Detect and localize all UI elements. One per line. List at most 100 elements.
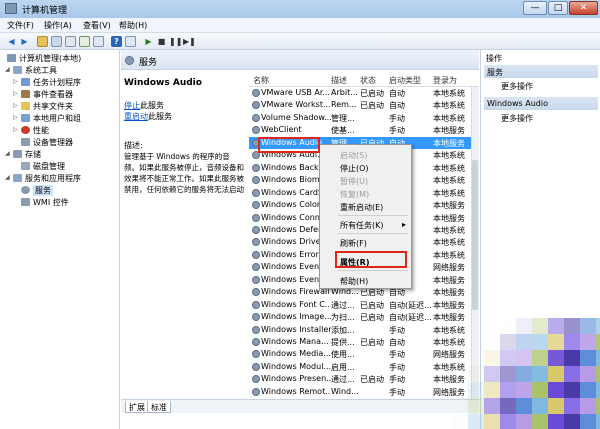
expand-icon[interactable]: ▷ [13,114,18,121]
expand-icon[interactable]: ▷ [13,102,18,109]
service-row[interactable]: VMware Workst... Rem... 已启动 自动 本地系统 [249,99,471,111]
column-description[interactable]: 描述 [331,75,347,86]
tree-item-task-scheduler[interactable]: 任务计划程序 [33,77,81,88]
forward-arrow-icon[interactable]: ▶ [19,36,30,47]
row-log-on-as: 本地系统 [433,176,465,186]
actions-group-windows-audio[interactable]: Windows Audio [484,97,598,110]
mosaic-tile [596,318,600,334]
menu-item-help[interactable]: 帮助(H) [340,276,368,287]
action-pane-icon[interactable] [125,36,136,47]
mosaic-tile [580,334,596,350]
row-status: 已启动 [360,375,384,385]
tab-extended[interactable]: 扩展 [125,401,149,413]
mosaic-tile [564,318,580,334]
tree-item-device-manager[interactable]: 设备管理器 [33,137,73,148]
tree-item-local-users-groups[interactable]: 本地用户和组 [33,113,81,124]
mosaic-tile [468,366,484,382]
tree-item-storage[interactable]: 存储 [25,149,41,160]
pause-icon[interactable]: ❚❚ [169,36,182,47]
tree-item-shared-folders[interactable]: 共享文件夹 [33,101,73,112]
properties-icon[interactable] [65,36,76,47]
row-log-on-as: 本地系统 [433,113,465,123]
play-icon[interactable]: ▶ [143,36,154,47]
mosaic-tile [596,382,600,398]
maximize-button[interactable]: □ [548,1,568,15]
gear-icon [252,325,260,334]
row-description: 提供... [331,338,355,347]
refresh-icon[interactable] [79,36,90,47]
watermark-mosaic [468,318,600,429]
gear-icon [252,225,260,234]
export-list-icon[interactable] [93,36,104,47]
collapse-icon[interactable]: ◢ [5,66,10,73]
tree-item-services-applications[interactable]: 服务和应用程序 [25,173,81,184]
column-name[interactable]: 名称 [253,75,269,86]
mosaic-tile [516,334,532,350]
menu-help[interactable]: 帮助(H) [119,20,147,31]
scrollbar-thumb[interactable] [472,160,478,310]
menu-item-all-tasks[interactable]: 所有任务(K) [340,220,384,231]
row-name: Windows Media... [261,349,331,359]
menu-file[interactable]: 文件(F) [7,20,34,31]
collapse-icon[interactable]: ◢ [5,174,10,181]
more-actions-services[interactable]: 更多操作 [501,81,533,92]
minimize-button[interactable]: — [523,1,547,15]
menu-action[interactable]: 操作(A) [44,20,72,31]
tree-item-wmi-control[interactable]: WMI 控件 [33,197,69,208]
mosaic-tile [596,334,600,350]
column-status[interactable]: 状态 [360,75,376,86]
mosaic-tile [548,334,564,350]
stop-service-link[interactable]: 停止 [124,101,140,110]
column-log-on-as[interactable]: 登录为 [433,75,457,86]
stop-service-suffix: 此服务 [140,101,164,110]
tree-item-disk-management[interactable]: 磁盘管理 [33,161,65,172]
service-name-title: Windows Audio [124,78,202,88]
folder-up-icon[interactable] [37,36,48,47]
row-log-on-as: 本地系统 [433,89,465,98]
menu-item-stop[interactable]: 停止(O) [340,163,369,174]
gear-icon [252,238,260,247]
service-row[interactable]: Windows Font C... 通过... 已启动 自动(延迟... 本地服务 [249,299,471,311]
row-startup-type: 自动(延迟... [389,300,431,310]
service-row[interactable]: WebClient 使基... 手动 本地服务 [249,124,471,136]
tab-standard[interactable]: 标准 [147,401,171,413]
row-log-on-as: 本地系统 [433,225,465,235]
mosaic-tile [548,398,564,414]
tree-item-system-tools[interactable]: 系统工具 [25,65,57,76]
column-startup-type[interactable]: 启动类型 [389,75,421,86]
collapse-icon[interactable]: ◢ [5,150,10,157]
expand-icon[interactable]: ▷ [13,78,18,85]
tree-item-services[interactable]: 服务 [33,185,53,196]
menu-item-refresh[interactable]: 刷新(F) [340,238,367,249]
mosaic-tile [532,350,548,366]
close-button[interactable]: ✕ [569,1,598,15]
menu-item-pause[interactable]: 暂停(U) [340,176,368,187]
row-description: 通过... [331,375,355,385]
tree-item-computer-management[interactable]: 计算机管理(本地) [19,53,81,64]
tree-item-performance[interactable]: 性能 [33,125,49,136]
menu-item-restart[interactable]: 重新启动(E) [340,202,383,213]
restart-icon[interactable]: ▶❚ [183,36,196,47]
mosaic-tile [580,382,596,398]
more-actions-windows-audio[interactable]: 更多操作 [501,113,533,124]
restart-service-link[interactable]: 重启动 [124,112,148,121]
expand-icon[interactable]: ▷ [13,126,18,133]
row-status: 已启动 [360,89,384,98]
service-row[interactable]: Volume Shadow... 管理... 手动 本地系统 [249,112,471,124]
help-icon[interactable]: ? [111,36,122,47]
row-description: Wind... [331,386,359,396]
expand-icon[interactable]: ▷ [13,90,18,97]
stop-icon[interactable]: ■ [156,36,167,47]
mosaic-tile [532,382,548,398]
show-tree-icon[interactable] [51,36,62,47]
actions-group-services[interactable]: 服务 [484,65,598,78]
tree-item-event-viewer[interactable]: 事件查看器 [33,89,73,100]
menu-view[interactable]: 查看(V) [83,20,111,31]
menu-item-start[interactable]: 启动(S) [340,150,367,161]
service-row[interactable]: VMware USB Ar... Arbit... 已启动 自动 本地系统 [249,87,471,99]
mosaic-tile [468,398,484,414]
back-arrow-icon[interactable]: ◀ [6,36,17,47]
gear-icon [252,163,260,172]
menu-item-resume[interactable]: 恢复(M) [340,189,369,200]
row-name: VMware USB Ar... [261,88,331,97]
